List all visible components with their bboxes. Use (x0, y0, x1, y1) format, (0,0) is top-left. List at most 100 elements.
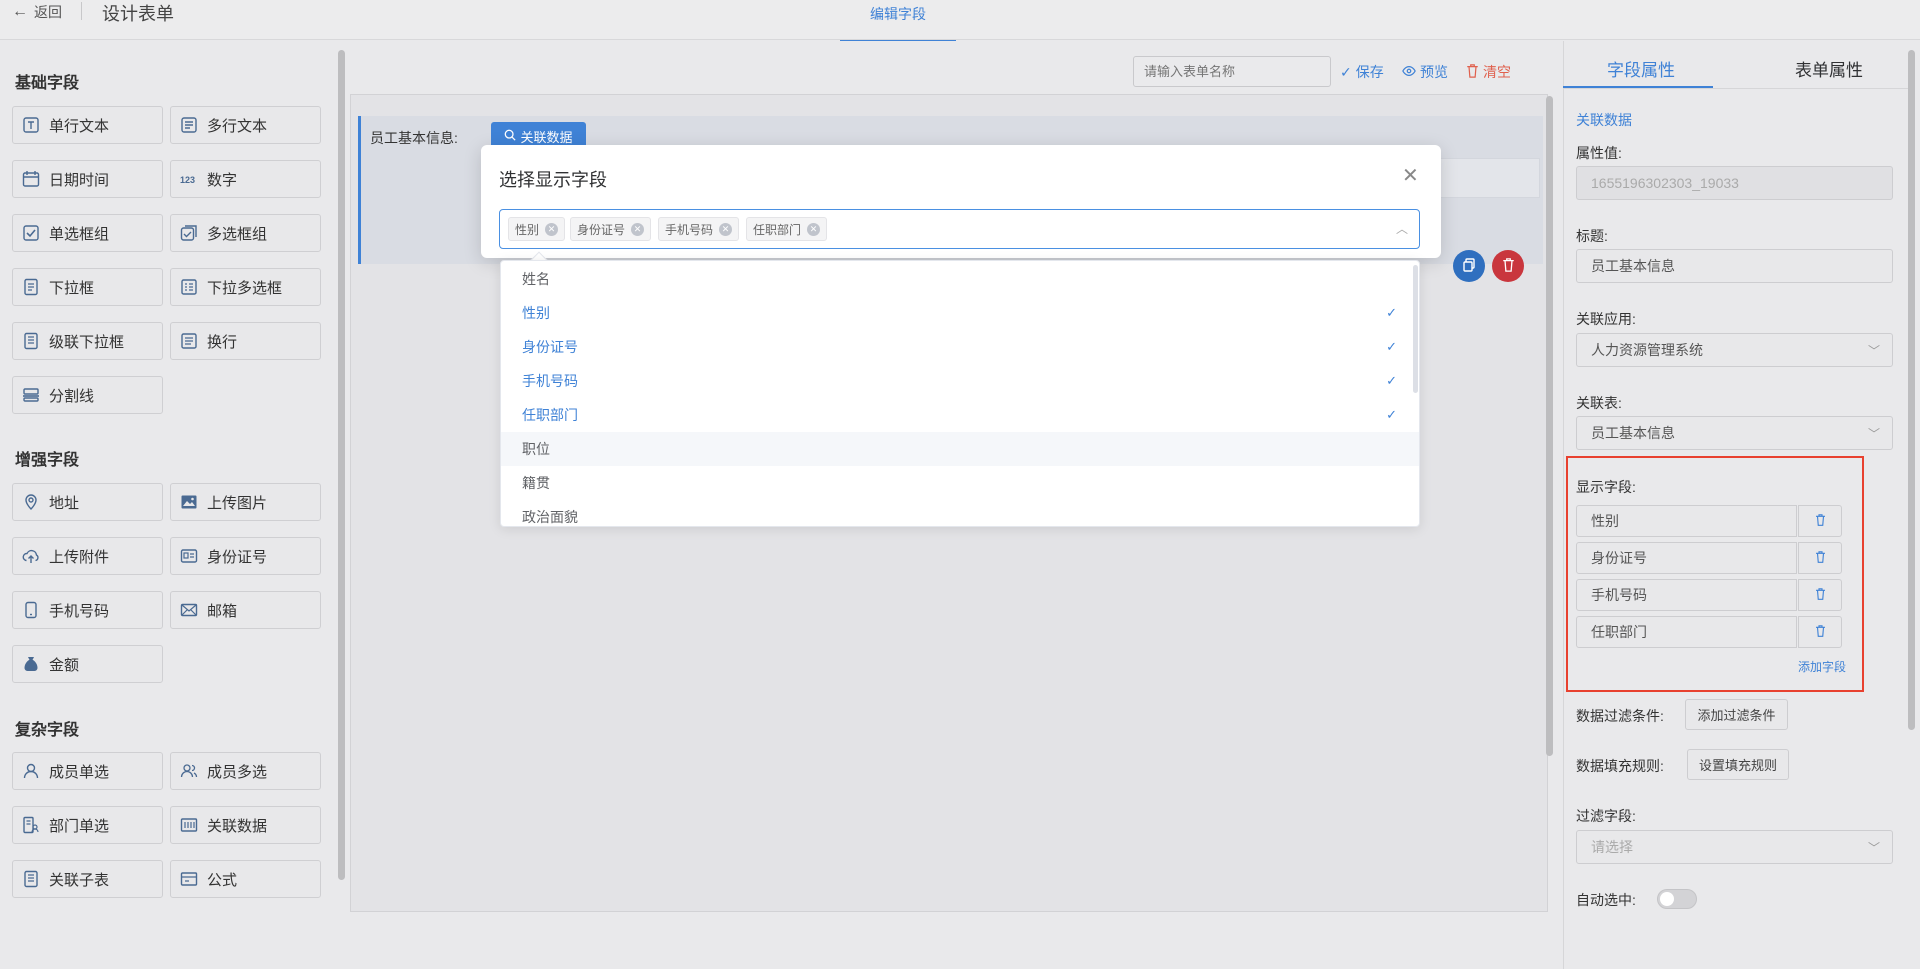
field-palette-button[interactable]: 下拉多选框 (170, 268, 321, 306)
copy-field-button[interactable] (1453, 250, 1485, 282)
palette-scrollbar[interactable] (338, 50, 345, 880)
field-palette-label: 多行文本 (207, 117, 268, 135)
field-palette-button[interactable]: 多行文本 (170, 106, 321, 144)
dropdown-option[interactable]: 姓名 (501, 262, 1419, 296)
display-field-input[interactable]: 性别 (1576, 505, 1797, 537)
field-palette-button[interactable]: 关联子表 (12, 860, 163, 898)
form-name-input[interactable] (1133, 56, 1331, 87)
field-palette-button[interactable]: 123 数字 (170, 160, 321, 198)
dropdown-option[interactable]: 手机号码 ✓ (501, 364, 1419, 398)
field-palette-button[interactable]: 手机号码 (12, 591, 163, 629)
display-field-delete-button[interactable] (1798, 579, 1842, 611)
chevron-up-icon[interactable]: ︿ (1396, 220, 1408, 237)
selected-field-tag: 性别 ✕ (508, 217, 566, 241)
app-select[interactable]: 人力资源管理系统 ﹀ (1576, 333, 1893, 367)
field-palette-button[interactable]: 公式 (170, 860, 321, 898)
filter-field-label: 过滤字段: (1576, 808, 1636, 824)
display-field-value: 手机号码 (1591, 587, 1647, 603)
multi-dropdown-icon (179, 277, 199, 297)
dropdown-option[interactable]: 任职部门 ✓ (501, 398, 1419, 432)
trash-icon (1815, 513, 1826, 529)
field-palette-button[interactable]: 上传附件 (12, 537, 163, 575)
display-field-input[interactable]: 任职部门 (1576, 616, 1797, 648)
field-palette-button[interactable]: 关联数据 (170, 806, 321, 844)
field-palette-button[interactable]: 成员多选 (170, 752, 321, 790)
tag-close-icon[interactable]: ✕ (807, 222, 821, 236)
tag-close-icon[interactable]: ✕ (631, 222, 645, 236)
option-label: 政治面貌 (522, 509, 578, 525)
field-palette-button[interactable]: 下拉框 (12, 268, 163, 306)
field-palette-button[interactable]: 多选框组 (170, 214, 321, 252)
field-palette-button[interactable]: 部门单选 (12, 806, 163, 844)
tab-form-properties[interactable]: 表单属性 (1795, 56, 1863, 81)
field-palette-label: 公式 (207, 871, 238, 889)
tag-label: 性别 (515, 222, 540, 237)
set-fill-rule-button[interactable]: 设置填充规则 (1687, 749, 1789, 780)
clear-button[interactable]: 清空 (1466, 62, 1511, 82)
delete-field-button[interactable] (1492, 250, 1524, 282)
display-field-delete-button[interactable] (1798, 616, 1842, 648)
mail-icon (179, 600, 199, 620)
cascade-icon (21, 331, 41, 351)
add-field-link[interactable]: 添加字段 (1798, 658, 1846, 675)
dropdown-option[interactable]: 籍贯 (501, 466, 1419, 500)
dropdown-option[interactable]: 职位 (501, 432, 1419, 466)
tag-close-icon[interactable]: ✕ (719, 222, 733, 236)
field-palette-button[interactable]: 金额 (12, 645, 163, 683)
field-palette-button[interactable]: 上传图片 (170, 483, 321, 521)
field-type-link[interactable]: 关联数据 (1576, 110, 1632, 130)
field-palette-label: 金额 (49, 656, 80, 674)
display-field-delete-button[interactable] (1798, 505, 1842, 537)
table-select[interactable]: 员工基本信息 ﹀ (1576, 416, 1893, 450)
back-button[interactable]: ← 返回 (12, 2, 62, 22)
field-palette-button[interactable]: 身份证号 (170, 537, 321, 575)
toggle-knob (1660, 892, 1674, 906)
preview-button[interactable]: 预览 (1402, 62, 1448, 82)
tab-edit-fields[interactable]: 编辑字段 (840, 4, 956, 24)
trash-icon (1815, 550, 1826, 566)
attr-value-label: 属性值: (1576, 145, 1622, 161)
check-icon: ✓ (1386, 407, 1397, 422)
option-label: 任职部门 (522, 407, 578, 423)
filter-field-select[interactable]: 请选择 ﹀ (1576, 830, 1893, 864)
field-palette-label: 分割线 (49, 387, 95, 405)
field-palette-button[interactable]: 日期时间 (12, 160, 163, 198)
tab-field-properties[interactable]: 字段属性 (1607, 56, 1675, 81)
filter-field-placeholder: 请选择 (1591, 839, 1633, 855)
dialog-title: 选择显示字段 (499, 170, 607, 190)
checkbox-icon (179, 223, 199, 243)
canvas-scrollbar[interactable] (1546, 96, 1553, 756)
trash-icon (1466, 63, 1479, 81)
id-card-icon (179, 546, 199, 566)
title-input[interactable]: 员工基本信息 (1576, 249, 1893, 283)
dropdown-option[interactable]: 身份证号 ✓ (501, 330, 1419, 364)
field-palette-button[interactable]: 地址 (12, 483, 163, 521)
field-palette-button[interactable]: 分割线 (12, 376, 163, 414)
field-palette-button[interactable]: 级联下拉框 (12, 322, 163, 360)
section-title-enhanced: 增强字段 (15, 452, 80, 469)
location-icon (21, 492, 41, 512)
add-filter-button[interactable]: 添加过滤条件 (1685, 699, 1788, 730)
dropdown-icon (21, 277, 41, 297)
subtable-icon (21, 869, 41, 889)
close-icon[interactable]: ✕ (1402, 163, 1419, 188)
field-palette-button[interactable]: 邮箱 (170, 591, 321, 629)
field-palette-button[interactable]: 换行 (170, 322, 321, 360)
table-value: 员工基本信息 (1591, 425, 1675, 441)
tag-close-icon[interactable]: ✕ (545, 222, 559, 236)
display-field-delete-button[interactable] (1798, 542, 1842, 574)
option-label: 性别 (522, 305, 550, 321)
field-palette-label: 手机号码 (49, 602, 110, 620)
field-palette-button[interactable]: 成员单选 (12, 752, 163, 790)
dropdown-option[interactable]: 性别 ✓ (501, 296, 1419, 330)
properties-scrollbar[interactable] (1908, 50, 1915, 730)
auto-select-toggle[interactable] (1657, 889, 1697, 909)
dropdown-scrollbar[interactable] (1413, 265, 1418, 393)
chevron-down-icon: ﹀ (1867, 427, 1880, 441)
save-button[interactable]: ✓ 保存 (1340, 62, 1384, 82)
display-field-input[interactable]: 手机号码 (1576, 579, 1797, 611)
dropdown-option[interactable]: 政治面貌 (501, 500, 1419, 526)
field-palette-button[interactable]: 单选框组 (12, 214, 163, 252)
field-palette-button[interactable]: 单行文本 (12, 106, 163, 144)
display-field-input[interactable]: 身份证号 (1576, 542, 1797, 574)
